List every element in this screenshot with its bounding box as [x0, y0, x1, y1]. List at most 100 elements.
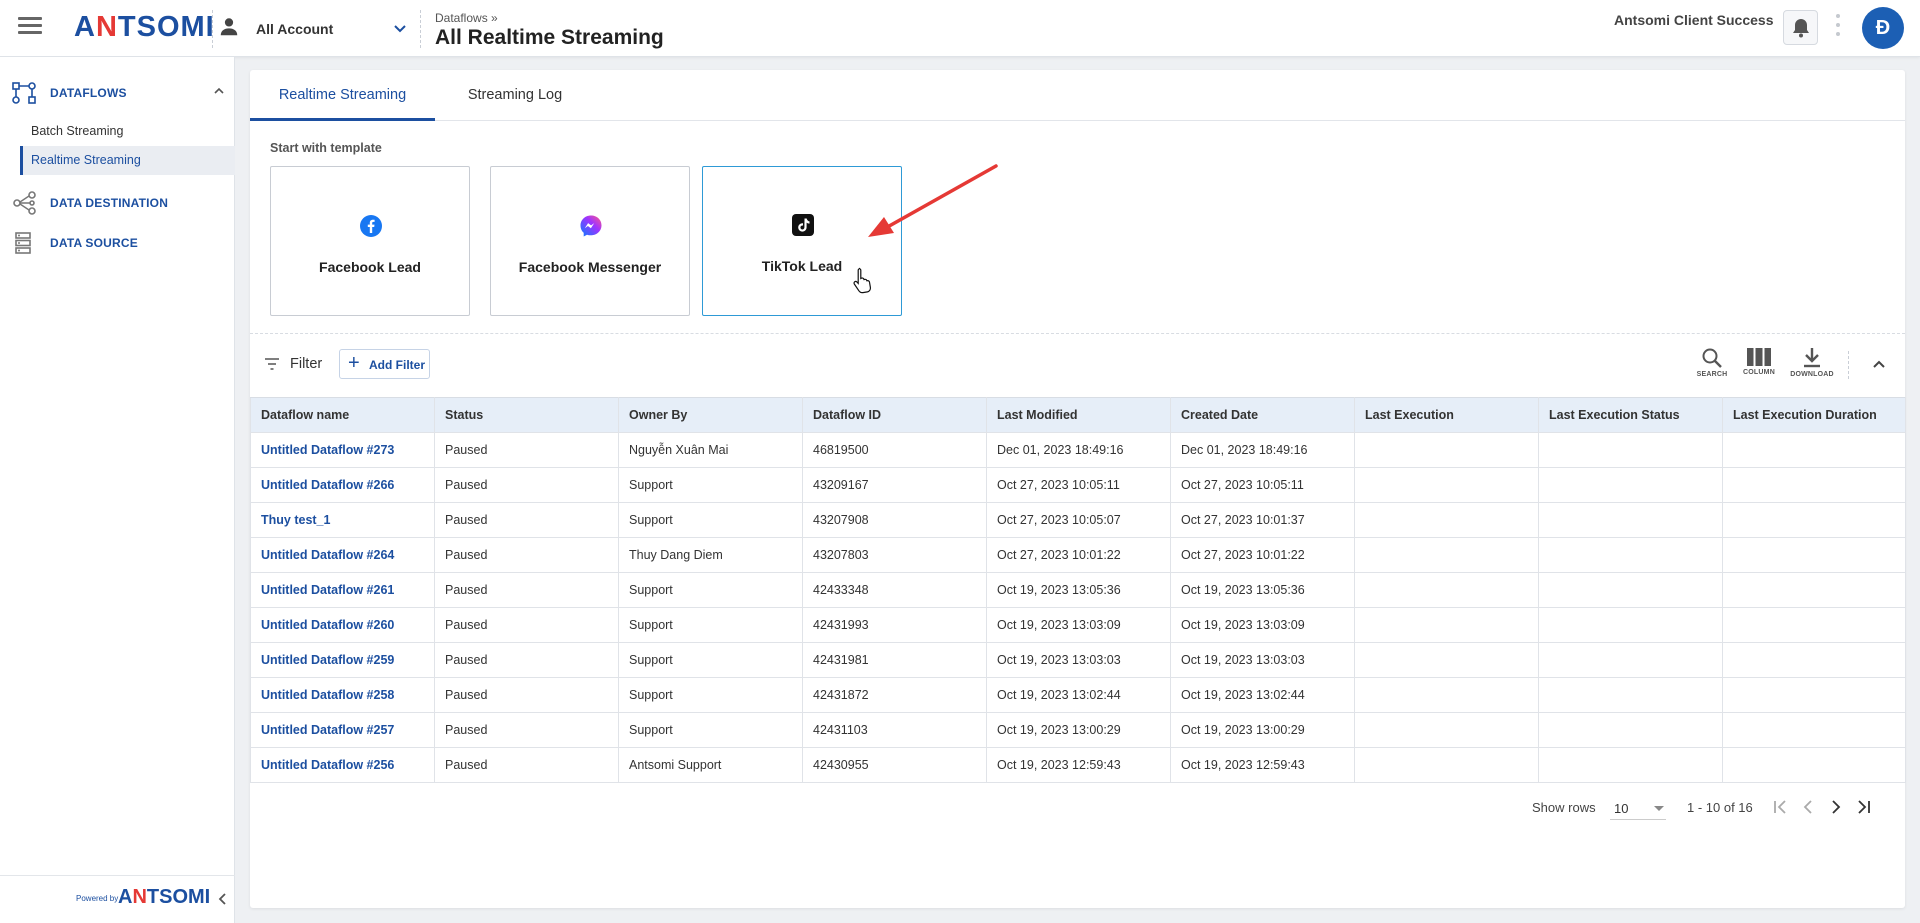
footer-logo: ANTSOMI	[118, 886, 211, 908]
breadcrumb[interactable]: Dataflows »	[435, 11, 498, 25]
top-header: ANTSOMI All Account Dataflows » All Real…	[0, 0, 1920, 57]
table-header-row: Dataflow name Status Owner By Dataflow I…	[250, 397, 1906, 433]
dataflow-name-link[interactable]: Untitled Dataflow #273	[250, 432, 435, 468]
sidebar-item-batch-streaming[interactable]: Batch Streaming	[20, 117, 235, 146]
table-cell	[1722, 607, 1906, 643]
prev-page-icon[interactable]	[1798, 797, 1818, 817]
table-cell: Oct 19, 2023 13:05:36	[986, 572, 1171, 608]
table-cell: Support	[618, 677, 803, 713]
table-cell: Oct 19, 2023 12:59:43	[986, 747, 1171, 783]
tab-realtime-streaming[interactable]: Realtime Streaming	[250, 70, 435, 121]
table-row[interactable]: Untitled Dataflow #261 Paused Support 42433…	[250, 572, 1906, 608]
column-header[interactable]: Last Execution Duration	[1722, 397, 1906, 433]
dataflow-name-link[interactable]: Untitled Dataflow #257	[250, 712, 435, 748]
table-cell: Dec 01, 2023 18:49:16	[1170, 432, 1355, 468]
table-cell: Oct 19, 2023 13:03:09	[986, 607, 1171, 643]
table-cell: Paused	[434, 747, 619, 783]
table-cell: Paused	[434, 642, 619, 678]
search-button[interactable]: SEARCH	[1690, 345, 1734, 385]
table-cell: Support	[618, 502, 803, 538]
table-cell	[1354, 467, 1539, 503]
table-cell	[1722, 747, 1906, 783]
tab-streaming-log[interactable]: Streaming Log	[435, 70, 595, 121]
next-page-icon[interactable]	[1826, 797, 1846, 817]
table-cell: Oct 19, 2023 13:02:44	[1170, 677, 1355, 713]
table-row[interactable]: Untitled Dataflow #258 Paused Support 42431…	[250, 677, 1906, 713]
column-label: COLUMN	[1743, 369, 1775, 376]
table-cell	[1354, 747, 1539, 783]
collapse-sidebar-icon[interactable]	[216, 891, 230, 907]
table-row[interactable]: Untitled Dataflow #264 Paused Thuy Dang Di…	[250, 537, 1906, 573]
column-header[interactable]: Created Date	[1170, 397, 1355, 433]
account-selector[interactable]: All Account	[218, 14, 408, 44]
dataflow-name-link[interactable]: Untitled Dataflow #259	[250, 642, 435, 678]
table-row[interactable]: Untitled Dataflow #273 Paused Nguyễn Xuân …	[250, 432, 1906, 468]
antsomi-logo[interactable]: ANTSOMI	[74, 11, 215, 44]
table-cell: Paused	[434, 712, 619, 748]
chevron-up-icon[interactable]	[1870, 355, 1888, 373]
rows-per-page-select[interactable]: 10	[1610, 796, 1666, 820]
table-cell: Support	[618, 572, 803, 608]
table-cell	[1354, 432, 1539, 468]
download-button[interactable]: DOWNLOAD	[1790, 345, 1834, 385]
rows-per-page-value: 10	[1614, 801, 1629, 816]
dataflow-name-link[interactable]: Thuy test_1	[250, 502, 435, 538]
table-cell: Dec 01, 2023 18:49:16	[986, 432, 1171, 468]
dataflow-name-link[interactable]: Untitled Dataflow #258	[250, 677, 435, 713]
table-row[interactable]: Untitled Dataflow #257 Paused Support 42431…	[250, 712, 1906, 748]
dataflow-name-link[interactable]: Untitled Dataflow #256	[250, 747, 435, 783]
notification-button[interactable]	[1783, 10, 1818, 45]
table-cell: 42431993	[802, 607, 987, 643]
dataflow-name-link[interactable]: Untitled Dataflow #261	[250, 572, 435, 608]
show-rows-label: Show rows	[1532, 800, 1596, 815]
tiktok-icon	[792, 214, 814, 236]
column-header[interactable]: Owner By	[618, 397, 803, 433]
table-cell: Paused	[434, 607, 619, 643]
table-cell: Oct 27, 2023 10:05:11	[986, 467, 1171, 503]
add-filter-button[interactable]: + Add Filter	[339, 349, 430, 379]
sidebar-item-realtime-streaming[interactable]: Realtime Streaming	[20, 146, 235, 175]
table-row[interactable]: Untitled Dataflow #256 Paused Antsomi Supp…	[250, 747, 1906, 783]
table-cell: Oct 19, 2023 13:03:09	[1170, 607, 1355, 643]
template-facebook-lead[interactable]: Facebook Lead	[270, 166, 470, 316]
sidebar-section-data-destination[interactable]: DATA DESTINATION	[0, 187, 235, 217]
sidebar-section-data-source[interactable]: DATA SOURCE	[0, 227, 235, 257]
table-cell: Thuy Dang Diem	[618, 537, 803, 573]
table-cell	[1538, 677, 1723, 713]
table-cell	[1354, 537, 1539, 573]
table-cell	[1538, 467, 1723, 503]
search-icon	[1702, 348, 1722, 368]
column-header[interactable]: Last Modified	[986, 397, 1171, 433]
table-cell: 42433348	[802, 572, 987, 608]
last-page-icon[interactable]	[1854, 797, 1874, 817]
dataflow-name-link[interactable]: Untitled Dataflow #264	[250, 537, 435, 573]
avatar[interactable]: Đ	[1862, 7, 1904, 49]
table-row[interactable]: Thuy test_1 Paused Support 43207908 Oct 27, …	[250, 502, 1906, 538]
column-header[interactable]: Status	[434, 397, 619, 433]
template-name: Facebook Messenger	[518, 259, 662, 275]
dataflow-name-link[interactable]: Untitled Dataflow #260	[250, 607, 435, 643]
table-cell: Support	[618, 607, 803, 643]
dataflow-table: Dataflow name Status Owner By Dataflow I…	[250, 397, 1906, 783]
table-cell	[1538, 537, 1723, 573]
more-vertical-icon[interactable]	[1836, 14, 1840, 42]
first-page-icon[interactable]	[1770, 797, 1790, 817]
table-row[interactable]: Untitled Dataflow #266 Paused Support 43209…	[250, 467, 1906, 503]
sidebar-section-dataflows[interactable]: DATAFLOWS	[0, 77, 235, 107]
column-button[interactable]: COLUMN	[1737, 345, 1781, 385]
column-header[interactable]: Dataflow ID	[802, 397, 987, 433]
template-facebook-messenger[interactable]: Facebook Messenger	[490, 166, 690, 316]
table-cell: Support	[618, 467, 803, 503]
dataflow-name-link[interactable]: Untitled Dataflow #266	[250, 467, 435, 503]
table-cell: Paused	[434, 502, 619, 538]
sidebar: DATAFLOWS Batch Streaming Realtime Strea…	[0, 57, 235, 923]
table-cell: Paused	[434, 537, 619, 573]
table-row[interactable]: Untitled Dataflow #259 Paused Support 42431…	[250, 642, 1906, 678]
table-cell: Support	[618, 712, 803, 748]
column-header[interactable]: Last Execution	[1354, 397, 1539, 433]
table-row[interactable]: Untitled Dataflow #260 Paused Support 42431…	[250, 607, 1906, 643]
column-header[interactable]: Last Execution Status	[1538, 397, 1723, 433]
column-header[interactable]: Dataflow name	[250, 397, 435, 433]
menu-icon[interactable]	[18, 17, 42, 37]
table-cell	[1722, 642, 1906, 678]
